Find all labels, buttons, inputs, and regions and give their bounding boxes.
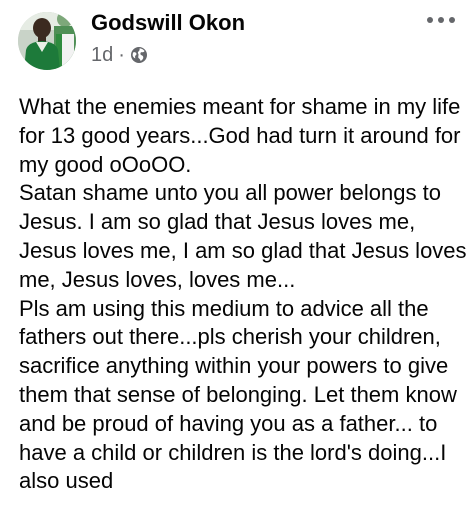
more-options-button[interactable] <box>424 8 458 32</box>
author-name[interactable]: Godswill Okon <box>91 9 245 37</box>
globe-icon[interactable] <box>130 46 148 64</box>
post-text: What the enemies meant for shame in my l… <box>19 94 467 494</box>
avatar[interactable] <box>18 12 76 70</box>
post-card: Godswill Okon 1d · What the enemies mean… <box>0 0 474 510</box>
profile-photo-image <box>18 12 76 70</box>
post-timestamp[interactable]: 1d <box>91 44 113 67</box>
post-meta: 1d · <box>91 42 148 68</box>
more-horizontal-icon <box>427 17 455 23</box>
meta-separator: · <box>118 43 125 66</box>
